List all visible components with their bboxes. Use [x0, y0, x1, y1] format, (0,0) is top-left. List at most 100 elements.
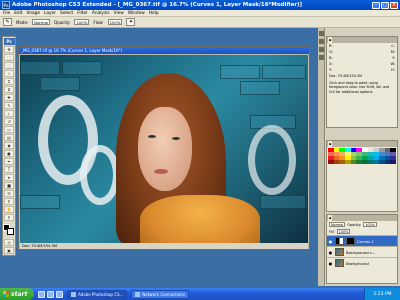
history-brush-tool-icon[interactable]: ↺ — [4, 118, 14, 125]
menu-help[interactable]: Help — [149, 11, 159, 16]
window-title: Adobe Photoshop CS3 Extended - [_MG_0367… — [12, 2, 303, 8]
type-tool-icon[interactable]: T — [4, 166, 14, 173]
layer-mask-thumbnail[interactable] — [346, 237, 355, 245]
flow-field[interactable]: 100% — [107, 19, 123, 25]
layer-opacity-field[interactable]: 100% — [363, 222, 377, 227]
photoshop-logo-icon: Ps — [2, 1, 10, 9]
clock[interactable]: 2:23 PM — [373, 292, 391, 297]
brush-preset-icon[interactable]: ✎ — [3, 18, 12, 26]
layer-fill-label: Fill: — [329, 229, 335, 234]
document-title[interactable]: _MG_0367.tif @ 16.7% (Curves 1, Layer Ma… — [19, 47, 309, 54]
close-button[interactable]: × — [390, 1, 398, 9]
visibility-eye-icon[interactable]: ● — [328, 250, 333, 255]
menu-bar: File Edit Image Layer Select Filter Anal… — [0, 10, 400, 17]
menu-layer[interactable]: Layer — [44, 11, 56, 16]
eyedropper-tool-icon[interactable]: ⚲ — [4, 198, 14, 205]
quick-launch-icon[interactable] — [56, 290, 63, 298]
start-label: start — [11, 290, 28, 298]
network-task-icon — [135, 291, 141, 297]
wall-brick — [62, 61, 102, 75]
move-tool-icon[interactable]: ✥ — [4, 46, 14, 53]
info-hint: Click and drag to paint using foreground… — [329, 80, 390, 94]
hand-tool-icon[interactable]: ✋ — [4, 206, 14, 213]
taskbar-button-network[interactable]: Network Connections — [131, 289, 190, 299]
gradient-tool-icon[interactable]: ▤ — [4, 134, 14, 141]
task-label: Network Connections — [142, 291, 186, 297]
opacity-field[interactable]: 100% — [74, 19, 90, 25]
window-controls: – □ × — [372, 1, 398, 9]
menu-select[interactable]: Select — [60, 11, 73, 16]
menu-analysis[interactable]: Analysis — [92, 11, 110, 16]
slice-tool-icon[interactable]: ⧄ — [4, 86, 14, 93]
swatches-panel: ▪ — [326, 140, 398, 212]
menu-filter[interactable]: Filter — [77, 11, 88, 16]
maximize-button[interactable]: □ — [381, 1, 389, 9]
visibility-eye-icon[interactable]: ● — [328, 239, 333, 244]
taskbar-button-photoshop[interactable]: Adobe Photoshop CS... — [67, 289, 128, 299]
tab-info[interactable]: ▪ — [328, 37, 333, 43]
airbrush-icon[interactable]: ✦ — [126, 18, 136, 26]
lasso-tool-icon[interactable]: ◌ — [4, 62, 14, 69]
quick-launch-icon[interactable] — [38, 290, 45, 298]
wall-brick — [20, 195, 60, 209]
menu-window[interactable]: Window — [128, 11, 145, 16]
panel-dock: ▪ R: C: G: M: B: Y: X: W: Y: H: Doc: 70.… — [318, 28, 400, 286]
layer-row[interactable]: ● Background — [327, 257, 397, 268]
zoom-tool-icon[interactable]: ⚲ — [4, 214, 14, 221]
start-button[interactable]: start — [0, 288, 34, 300]
quick-launch-icon[interactable] — [47, 290, 54, 298]
crop-tool-icon[interactable]: ⌗ — [4, 78, 14, 85]
dodge-tool-icon[interactable]: ● — [4, 150, 14, 157]
swatch-cell[interactable] — [390, 160, 396, 164]
histogram-panel-icon[interactable] — [318, 39, 324, 44]
healing-brush-tool-icon[interactable]: ✚ — [4, 94, 14, 101]
quick-launch — [38, 290, 63, 298]
shape-tool-icon[interactable]: ■ — [4, 182, 14, 189]
layer-row[interactable]: ● Curves 1 — [327, 235, 397, 246]
menu-view[interactable]: View — [114, 11, 124, 16]
menu-file[interactable]: File — [3, 11, 10, 16]
menu-image[interactable]: Image — [27, 11, 40, 16]
subject-jacket — [140, 195, 260, 245]
collapsed-panel-strip — [318, 28, 325, 286]
info-panel: ▪ R: C: G: M: B: Y: X: W: Y: H: Doc: 70.… — [326, 36, 398, 128]
wall-brick — [262, 65, 306, 79]
info-label-h: H: — [391, 68, 395, 72]
wall-brick — [20, 61, 60, 75]
info-label-r: R: — [329, 44, 333, 48]
blend-mode-select[interactable]: Normal — [329, 222, 346, 227]
minimize-button[interactable]: – — [372, 1, 380, 9]
windows-logo-icon — [3, 291, 9, 297]
wall-brick — [220, 65, 260, 79]
magic-wand-tool-icon[interactable]: ✧ — [4, 70, 14, 77]
notes-tool-icon[interactable]: ✉ — [4, 190, 14, 197]
background-color-swatch[interactable] — [7, 228, 14, 235]
tab-layers[interactable]: ▪ — [328, 215, 333, 221]
layer-fill-field[interactable]: 100% — [336, 229, 351, 234]
adjustment-thumbnail — [335, 237, 344, 245]
history-panel-icon[interactable] — [318, 47, 324, 52]
tab-swatches[interactable]: ▪ — [328, 141, 333, 147]
brush-tool-icon[interactable]: ✎ — [4, 102, 14, 109]
blur-tool-icon[interactable]: ◆ — [4, 142, 14, 149]
color-swatches[interactable] — [3, 224, 15, 236]
menu-edit[interactable]: Edit — [14, 11, 22, 16]
mode-select[interactable]: Normal — [32, 19, 50, 25]
subject-right-eye — [172, 137, 180, 140]
visibility-eye-icon[interactable]: ● — [328, 261, 333, 266]
marquee-tool-icon[interactable]: ⬚ — [4, 54, 14, 61]
navigator-panel-icon[interactable] — [318, 31, 324, 36]
system-tray: 2:23 PM — [364, 288, 400, 300]
info-label-y: Y: — [392, 56, 395, 60]
actions-panel-icon[interactable] — [318, 55, 324, 60]
clone-stamp-tool-icon[interactable]: ⊥ — [4, 110, 14, 117]
path-selection-tool-icon[interactable]: ➤ — [4, 174, 14, 181]
screen-mode-icon[interactable]: ▣ — [4, 247, 14, 254]
layers-panel: ▪ Normal Opacity: 100% Fill: 100% ● Curv… — [326, 214, 398, 284]
layer-row[interactable]: ● Background c... — [327, 246, 397, 257]
eraser-tool-icon[interactable]: ▭ — [4, 126, 14, 133]
image-canvas[interactable] — [20, 55, 308, 245]
quick-mask-icon[interactable]: ◎ — [4, 239, 14, 246]
wall-brick — [40, 77, 80, 91]
pen-tool-icon[interactable]: ✒ — [4, 158, 14, 165]
